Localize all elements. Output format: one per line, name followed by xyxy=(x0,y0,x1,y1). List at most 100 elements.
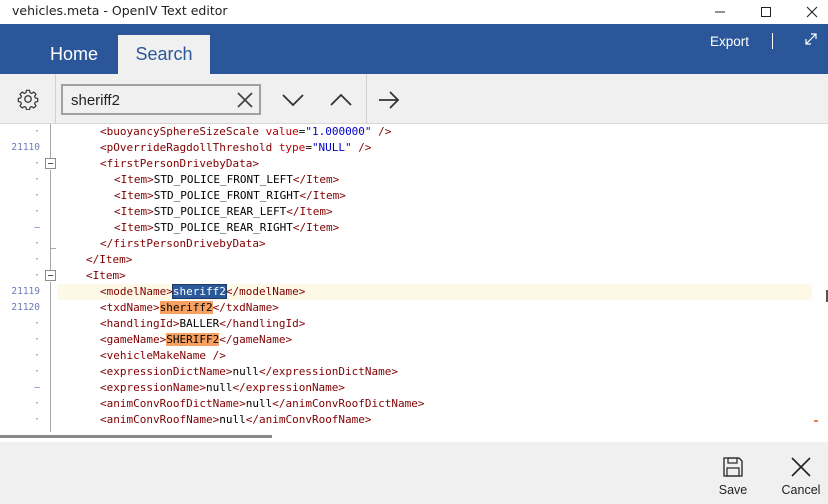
minimize-button[interactable] xyxy=(697,0,743,24)
title-bar: vehicles.meta - OpenIV Text editor xyxy=(0,0,828,24)
chevron-down-icon xyxy=(282,94,304,107)
code-token: <Item> xyxy=(114,173,154,186)
export-button[interactable]: Export xyxy=(710,34,749,49)
toolbar-divider xyxy=(55,74,56,124)
cancel-label: Cancel xyxy=(781,483,821,497)
code-token: </animConvRoofDictName> xyxy=(272,397,425,410)
line-number: 21120 xyxy=(11,302,40,313)
search-match: SHERIFF2 xyxy=(166,333,220,346)
maximize-button[interactable] xyxy=(743,0,789,24)
line-number: 21119 xyxy=(11,286,40,297)
code-line[interactable]: <Item>STD_POLICE_REAR_LEFT</Item> xyxy=(114,204,333,220)
code-token: STD_POLICE_FRONT_RIGHT xyxy=(153,189,300,202)
gutter-dot: – xyxy=(34,382,40,393)
code-token: null xyxy=(232,365,259,378)
clear-search-button[interactable] xyxy=(235,90,255,110)
gutter-dot: · xyxy=(34,238,40,249)
code-line[interactable]: <Item> xyxy=(86,268,126,284)
code-token: <pOverrideRagdollThreshold xyxy=(100,141,279,154)
code-line[interactable]: <buoyancySphereSizeScale value="1.000000… xyxy=(100,124,391,140)
ribbon-divider xyxy=(772,33,773,49)
cancel-button[interactable]: Cancel xyxy=(778,456,824,497)
toolbar-divider xyxy=(366,74,367,124)
code-token: "NULL" xyxy=(311,141,352,154)
tab-home[interactable]: Home xyxy=(30,35,118,74)
code-line[interactable]: <expressionDictName>null</expressionDict… xyxy=(100,364,398,380)
code-line[interactable]: <Item>STD_POLICE_FRONT_RIGHT</Item> xyxy=(114,188,346,204)
ribbon: Home Search Export xyxy=(0,24,828,74)
search-field[interactable] xyxy=(61,84,261,115)
code-line[interactable]: <expressionName>null</expressionName> xyxy=(100,380,345,396)
code-token: <Item> xyxy=(114,189,154,202)
save-icon xyxy=(723,457,743,477)
gutter-dot: · xyxy=(34,318,40,329)
search-hit-marker xyxy=(814,420,818,422)
code-token: <animConvRoofName> xyxy=(100,413,220,426)
code-token: </handlingId> xyxy=(219,317,306,330)
gutter-dot: · xyxy=(34,350,40,361)
fold-toggle[interactable] xyxy=(45,158,56,169)
code-token: <gameName> xyxy=(100,333,167,346)
arrow-right-icon xyxy=(379,91,400,109)
gutter-dot: · xyxy=(34,158,40,169)
clear-icon xyxy=(237,92,253,108)
code-line[interactable]: <firstPersonDrivebyData> xyxy=(100,156,259,172)
code-token: </expressionName> xyxy=(232,381,346,394)
horizontal-scrollbar[interactable] xyxy=(0,435,272,438)
code-token: = xyxy=(305,141,312,154)
go-to-button[interactable] xyxy=(376,87,402,113)
code-token: null xyxy=(245,397,273,410)
code-token: value xyxy=(265,125,299,138)
code-line[interactable]: <gameName>SHERIFF2</gameName> xyxy=(100,332,292,348)
gutter-dot: · xyxy=(34,174,40,185)
code-token: </expressionDictName> xyxy=(258,365,399,378)
code-token: <expressionName> xyxy=(100,381,206,394)
code-line[interactable]: <animConvRoofDictName>null</animConvRoof… xyxy=(100,396,425,412)
window-title: vehicles.meta - OpenIV Text editor xyxy=(12,3,228,18)
fold-toggle[interactable] xyxy=(45,270,56,281)
code-token: </Item> xyxy=(299,189,346,202)
code-token: <animConvRoofDictName> xyxy=(100,397,246,410)
code-token: </Item> xyxy=(292,221,340,234)
tab-search[interactable]: Search xyxy=(118,35,210,74)
gutter-dot: · xyxy=(34,398,40,409)
code-token: <handlingId> xyxy=(100,317,180,330)
close-icon xyxy=(791,457,811,477)
save-button[interactable]: Save xyxy=(713,456,753,497)
gutter-dot: – xyxy=(34,222,40,233)
code-line[interactable]: <txdName>sheriff2</txdName> xyxy=(100,300,279,316)
code-token: </Item> xyxy=(292,173,340,186)
text-editor[interactable]: · 21110 · · · · – · · · 21119 21120 · · … xyxy=(0,124,828,432)
code-token: <Item> xyxy=(86,269,126,282)
code-token: <expressionDictName> xyxy=(100,365,233,378)
code-line[interactable]: <handlingId>BALLER</handlingId> xyxy=(100,316,305,332)
code-line[interactable]: <modelName>sheriff2</modelName> xyxy=(100,284,305,300)
code-token: "1.000000" xyxy=(305,125,372,138)
search-match: sheriff2 xyxy=(159,301,213,314)
search-settings-button[interactable] xyxy=(17,88,39,111)
code-line[interactable]: <Item>STD_POLICE_FRONT_LEFT</Item> xyxy=(114,172,339,188)
code-line[interactable]: <vehicleMakeName /> xyxy=(100,348,226,364)
code-token: </animConvRoofName> xyxy=(245,413,372,426)
code-line[interactable]: </Item> xyxy=(86,252,132,268)
code-token: <txdName> xyxy=(100,301,160,314)
fullscreen-button[interactable] xyxy=(803,31,819,47)
code-token: </txdName> xyxy=(212,301,279,314)
find-previous-button[interactable] xyxy=(328,87,354,113)
code-line[interactable]: <animConvRoofName>null</animConvRoofName… xyxy=(100,412,372,428)
find-next-button[interactable] xyxy=(280,87,306,113)
search-input[interactable] xyxy=(71,91,231,109)
code-token: <Item> xyxy=(114,205,154,218)
close-window-button[interactable] xyxy=(789,0,828,24)
code-line[interactable]: </firstPersonDrivebyData> xyxy=(100,236,266,252)
code-token: /> xyxy=(351,141,372,154)
code-line[interactable]: <pOverrideRagdollThreshold type="NULL" /… xyxy=(100,140,372,156)
maximize-icon xyxy=(761,7,771,17)
save-label: Save xyxy=(718,483,748,497)
code-token: <modelName> xyxy=(100,285,173,298)
code-token: BALLER xyxy=(179,317,220,330)
code-token: </modelName> xyxy=(225,285,306,298)
code-token: <Item> xyxy=(114,221,154,234)
line-number: 21110 xyxy=(11,142,40,153)
code-line[interactable]: <Item>STD_POLICE_REAR_RIGHT</Item> xyxy=(114,220,339,236)
